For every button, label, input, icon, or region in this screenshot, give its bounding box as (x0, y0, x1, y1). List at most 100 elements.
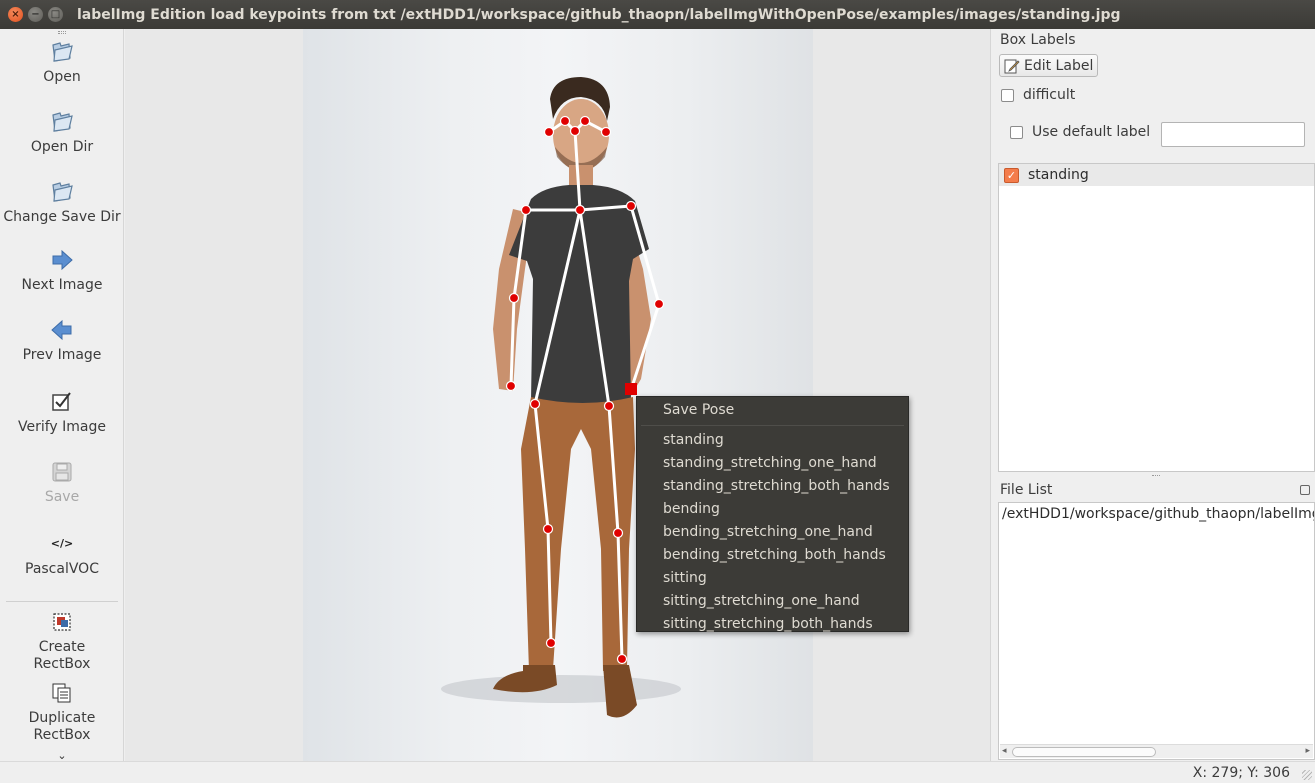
label-item-checkbox[interactable]: ✓ (1004, 167, 1019, 183)
format-toggle-button[interactable]: </> PascalVOC (0, 531, 124, 578)
use-default-label-text: Use default label (1032, 124, 1151, 140)
save-label: Save (44, 489, 80, 505)
open-dir-button[interactable]: Open Dir (0, 109, 124, 156)
box-labels-title: Box Labels (1000, 32, 1076, 48)
folder-open-icon (52, 42, 73, 62)
keypoint-left-ear[interactable] (600, 126, 612, 138)
menu-item-pose[interactable]: sitting_stretching_one_hand (637, 590, 908, 613)
folder-open-icon (52, 182, 73, 202)
difficult-checkbox-row[interactable]: difficult (1001, 87, 1075, 103)
scroll-left-icon[interactable]: ◂ (1002, 746, 1007, 756)
window-title: labelImg Edition load keypoints from txt… (77, 6, 1121, 23)
difficult-label: difficult (1023, 87, 1076, 103)
toolbar-separator (6, 601, 118, 602)
duplicate-rectbox-button[interactable]: Duplicate RectBox (0, 680, 124, 744)
file-list-title: File List (1000, 482, 1053, 498)
open-button[interactable]: Open (0, 39, 124, 86)
maximize-window-button[interactable]: □ (48, 7, 63, 22)
file-list-item[interactable]: /extHDD1/workspace/github_thaopn/labelIm… (999, 503, 1314, 522)
change-save-dir-button[interactable]: Change Save Dir (0, 179, 124, 226)
keypoint-right-eye[interactable] (559, 115, 571, 127)
rectangle-create-icon (53, 613, 71, 631)
keypoint-left-hip[interactable] (603, 400, 615, 412)
folder-open-icon (52, 112, 73, 132)
open-label: Open (43, 69, 81, 85)
menu-separator (641, 425, 904, 426)
create-rectbox-label: Create RectBox (0, 639, 124, 673)
duplicate-rectbox-label: Duplicate RectBox (0, 710, 124, 744)
scroll-right-icon[interactable]: ▸ (1305, 746, 1310, 756)
status-bar: X: 279; Y: 306 (0, 761, 1315, 783)
keypoint-right-ankle[interactable] (545, 637, 557, 649)
scrollbar-thumb[interactable] (1012, 747, 1156, 757)
keypoint-left-wrist-selected[interactable] (625, 383, 637, 395)
copy-icon (52, 683, 71, 703)
file-list[interactable]: /extHDD1/workspace/github_thaopn/labelIm… (998, 502, 1315, 760)
floppy-disk-icon (52, 462, 72, 482)
menu-item-pose[interactable]: bending (637, 498, 908, 521)
dock-float-icon[interactable] (1300, 485, 1310, 495)
right-dock-panel: Box Labels Edit Label difficult Use defa… (998, 29, 1315, 761)
create-rectbox-button[interactable]: Create RectBox (0, 609, 124, 673)
menu-item-pose[interactable]: sitting_stretching_both_hands (637, 613, 908, 636)
use-default-label-checkbox[interactable] (1010, 125, 1023, 139)
default-label-input[interactable] (1161, 122, 1305, 147)
keypoint-right-wrist[interactable] (505, 380, 517, 392)
next-image-label: Next Image (21, 277, 103, 293)
dock-splitter[interactable] (998, 472, 1315, 480)
image-canvas[interactable] (125, 29, 990, 761)
code-icon: </> (50, 537, 74, 550)
label-list-item[interactable]: ✓ standing (999, 164, 1314, 186)
keypoint-right-hip[interactable] (529, 398, 541, 410)
close-window-button[interactable]: × (8, 7, 23, 22)
menu-item-pose[interactable]: standing (637, 429, 908, 452)
menu-item-pose[interactable]: bending_stretching_one_hand (637, 521, 908, 544)
change-save-dir-label: Change Save Dir (3, 209, 121, 225)
create-rectbox-label-line1: Create (38, 639, 86, 655)
label-item-text: standing (1028, 167, 1089, 183)
difficult-checkbox[interactable] (1001, 88, 1014, 102)
keypoint-left-eye[interactable] (579, 115, 591, 127)
panel-splitter[interactable] (990, 29, 998, 761)
title-bar: × − □ labelImg Edition load keypoints fr… (0, 0, 1315, 29)
duplicate-rectbox-label-line2: RectBox (33, 727, 91, 743)
duplicate-rectbox-label-line1: Duplicate (28, 710, 96, 726)
toolbar-grip[interactable] (58, 31, 66, 34)
verify-image-label: Verify Image (17, 419, 106, 435)
checkbox-icon (52, 392, 71, 411)
keypoint-right-shoulder[interactable] (520, 204, 532, 216)
use-default-label-row[interactable]: Use default label (1010, 124, 1150, 140)
keypoint-left-elbow[interactable] (653, 298, 665, 310)
file-list-scrollbar[interactable]: ◂ ▸ (1000, 744, 1313, 758)
keypoint-left-ankle[interactable] (616, 653, 628, 665)
open-dir-label: Open Dir (30, 139, 94, 155)
pose-skeleton-overlay[interactable] (303, 29, 813, 761)
left-toolbar: Open Open Dir Change Save Dir Next Image… (0, 29, 124, 762)
edit-label-text: Edit Label (1024, 57, 1094, 74)
menu-item-pose[interactable]: bending_stretching_both_hands (637, 544, 908, 567)
keypoint-nose[interactable] (569, 125, 581, 137)
keypoint-right-ear[interactable] (543, 126, 555, 138)
menu-item-pose[interactable]: standing_stretching_both_hands (637, 475, 908, 498)
keypoint-neck[interactable] (574, 204, 586, 216)
menu-item-pose[interactable]: standing_stretching_one_hand (637, 452, 908, 475)
edit-label-button[interactable]: Edit Label (999, 54, 1098, 77)
keypoint-left-knee[interactable] (612, 527, 624, 539)
keypoint-right-knee[interactable] (542, 523, 554, 535)
menu-item-pose[interactable]: sitting (637, 567, 908, 590)
edit-icon (1004, 59, 1020, 73)
keypoint-right-elbow[interactable] (508, 292, 520, 304)
next-image-button[interactable]: Next Image (0, 247, 124, 294)
verify-image-button[interactable]: Verify Image (0, 389, 124, 436)
arrow-left-icon (51, 319, 72, 341)
resize-grip[interactable] (1302, 770, 1312, 780)
keypoint-left-shoulder[interactable] (625, 200, 637, 212)
menu-save-pose[interactable]: Save Pose (637, 399, 908, 422)
minimize-window-button[interactable]: − (28, 7, 43, 22)
label-list[interactable]: ✓ standing (998, 163, 1315, 472)
arrow-right-icon (52, 249, 73, 271)
loaded-photo (303, 29, 813, 761)
pose-context-menu: Save Pose standing standing_stretching_o… (636, 396, 909, 632)
prev-image-button[interactable]: Prev Image (0, 317, 124, 364)
save-button[interactable]: Save (0, 459, 124, 506)
